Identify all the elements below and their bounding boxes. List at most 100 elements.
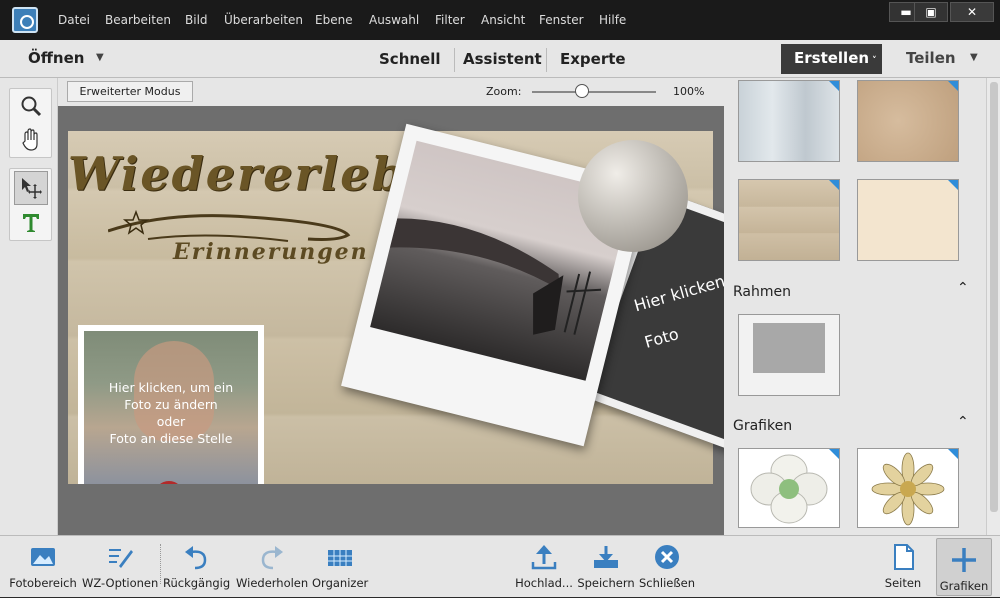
placeholder-line: Foto an diese Stelle <box>109 431 233 446</box>
placeholder-line: Hier klicken, um ein <box>108 380 234 395</box>
background-thumb-cream[interactable] <box>857 179 959 261</box>
photo-bin-label: Fotobereich <box>9 576 77 590</box>
close-circle-icon <box>655 545 679 569</box>
text-tool[interactable] <box>14 206 48 240</box>
zoom-slider-track[interactable] <box>532 91 656 93</box>
save-button[interactable]: Speichern <box>576 536 636 598</box>
graphics-button[interactable]: Grafiken <box>936 538 992 596</box>
child-photo[interactable]: Hier klicken, um ein Foto zu ändern oder… <box>84 331 258 484</box>
expert-mode-button[interactable]: Erweiterter Modus <box>67 81 193 102</box>
hand-tool[interactable] <box>14 123 48 157</box>
app-logo-icon[interactable] <box>12 7 38 33</box>
save-icon <box>594 546 618 568</box>
graphic-thumb-flower-yellow[interactable] <box>857 448 959 528</box>
edit-tool-group <box>9 168 52 241</box>
menu-fenster[interactable]: Fenster <box>539 13 584 27</box>
menu-filter[interactable]: Filter <box>435 13 465 27</box>
tab-separator <box>546 48 547 72</box>
menu-ebene[interactable]: Ebene <box>315 13 353 27</box>
graphic-thumb-flower-white[interactable] <box>738 448 840 528</box>
document-title[interactable]: Wiedererlebt <box>68 147 429 201</box>
share-button[interactable]: Teilen <box>906 49 956 67</box>
placeholder-line: Foto zu ändern <box>124 397 218 412</box>
photo-placeholder-text: Hier klicken, um ein Foto zu ändern oder… <box>84 379 258 447</box>
undo-label: Rückgängig <box>163 576 231 590</box>
tool-options-icon <box>109 549 133 568</box>
options-bar: Erweiterter Modus Zoom: 100% <box>58 78 724 106</box>
premium-badge-icon <box>948 81 958 91</box>
menu-ueberarbeiten[interactable]: Überarbeiten <box>224 13 303 27</box>
move-tool[interactable] <box>14 171 48 205</box>
menu-bearbeiten[interactable]: Bearbeiten <box>105 13 171 27</box>
hand-icon <box>22 128 38 151</box>
tab-experte[interactable]: Experte <box>560 50 626 68</box>
close-window-button[interactable]: ✕ <box>950 2 994 22</box>
menu-auswahl[interactable]: Auswahl <box>369 13 419 27</box>
placeholder-line: oder <box>156 414 186 429</box>
photo-placeholder-frame[interactable]: Hier klicken, um ein Foto zu ändern oder… <box>78 325 264 484</box>
magnifier-icon <box>21 96 42 117</box>
toolbox <box>0 78 58 535</box>
redo-button[interactable]: Wiederholen <box>236 536 308 598</box>
undo-button[interactable]: Rückgängig <box>163 536 231 598</box>
background-thumb-silver[interactable] <box>738 80 840 162</box>
white-flower-icon <box>750 454 828 524</box>
balloon-graphic[interactable] <box>578 140 688 252</box>
redo-icon <box>261 546 283 570</box>
photo-bin-button[interactable]: Fotobereich <box>6 536 80 598</box>
taskbar-separator <box>160 544 161 584</box>
tab-separator <box>454 48 455 72</box>
open-button[interactable]: Öffnen <box>28 49 84 67</box>
mode-bar: Öffnen ▼ Schnell Assistent Experte Erste… <box>0 40 1000 78</box>
redo-label: Wiederholen <box>236 576 309 590</box>
tab-assistent[interactable]: Assistent <box>463 50 542 68</box>
upload-button[interactable]: Hochlad... <box>513 536 575 598</box>
view-tool-group <box>9 88 52 158</box>
text-t-icon <box>23 214 39 232</box>
menu-datei[interactable]: Datei <box>58 13 90 27</box>
zoom-value: 100% <box>673 85 705 98</box>
premium-badge-icon <box>829 449 839 459</box>
background-thumb-wood[interactable] <box>738 179 840 261</box>
menu-bar: Datei Bearbeiten Bild Überarbeiten Ebene… <box>0 0 1000 40</box>
maximize-button[interactable]: ▣ <box>914 2 948 22</box>
organizer-button[interactable]: Organizer <box>312 536 368 598</box>
scrollbar-thumb[interactable] <box>990 82 998 512</box>
background-thumb-brown[interactable] <box>857 80 959 162</box>
tab-schnell[interactable]: Schnell <box>379 50 441 68</box>
strawberry-shape <box>154 481 184 484</box>
tool-options-button[interactable]: WZ-Optionen <box>82 536 158 598</box>
undo-icon <box>185 546 207 570</box>
frame-thumb[interactable] <box>738 314 840 396</box>
panel-scrollbar[interactable] <box>986 78 1000 535</box>
menu-bild[interactable]: Bild <box>185 13 208 27</box>
open-dropdown-icon[interactable]: ▼ <box>96 52 104 63</box>
move-icon <box>22 178 42 199</box>
photo-bin-icon <box>31 548 55 566</box>
collapse-frames-icon[interactable]: ⌃ <box>957 280 969 296</box>
collapse-graphics-icon[interactable]: ⌃ <box>957 414 969 430</box>
right-panel: Rahmen ⌃ Grafiken ⌃ <box>724 78 986 535</box>
menu-ansicht[interactable]: Ansicht <box>481 13 525 27</box>
section-frames-title: Rahmen <box>733 284 791 300</box>
organizer-icon <box>328 550 352 566</box>
section-graphics-title: Grafiken <box>733 418 793 434</box>
upload-label: Hochlad... <box>515 576 573 590</box>
zoom-slider-thumb[interactable] <box>575 84 589 98</box>
zoom-tool[interactable] <box>14 89 48 123</box>
bottom-taskbar: Fotobereich WZ-Optionen Rückgängig Wiede… <box>0 535 1000 597</box>
document-subtitle[interactable]: Erinnerungen <box>173 239 369 265</box>
organizer-label: Organizer <box>312 576 369 590</box>
premium-badge-icon <box>948 449 958 459</box>
share-dropdown-icon[interactable]: ▼ <box>970 52 978 63</box>
menu-hilfe[interactable]: Hilfe <box>599 13 626 27</box>
pages-label: Seiten <box>884 576 922 590</box>
graphics-icon <box>952 548 976 572</box>
create-button[interactable]: Erstellen ˅ <box>781 44 882 74</box>
pages-button[interactable]: Seiten <box>878 536 928 598</box>
close-button[interactable]: Schließen <box>638 536 696 598</box>
close-label: Schließen <box>639 576 695 590</box>
pages-icon <box>894 544 914 570</box>
yellow-flower-icon <box>871 452 945 526</box>
save-label: Speichern <box>577 576 635 590</box>
